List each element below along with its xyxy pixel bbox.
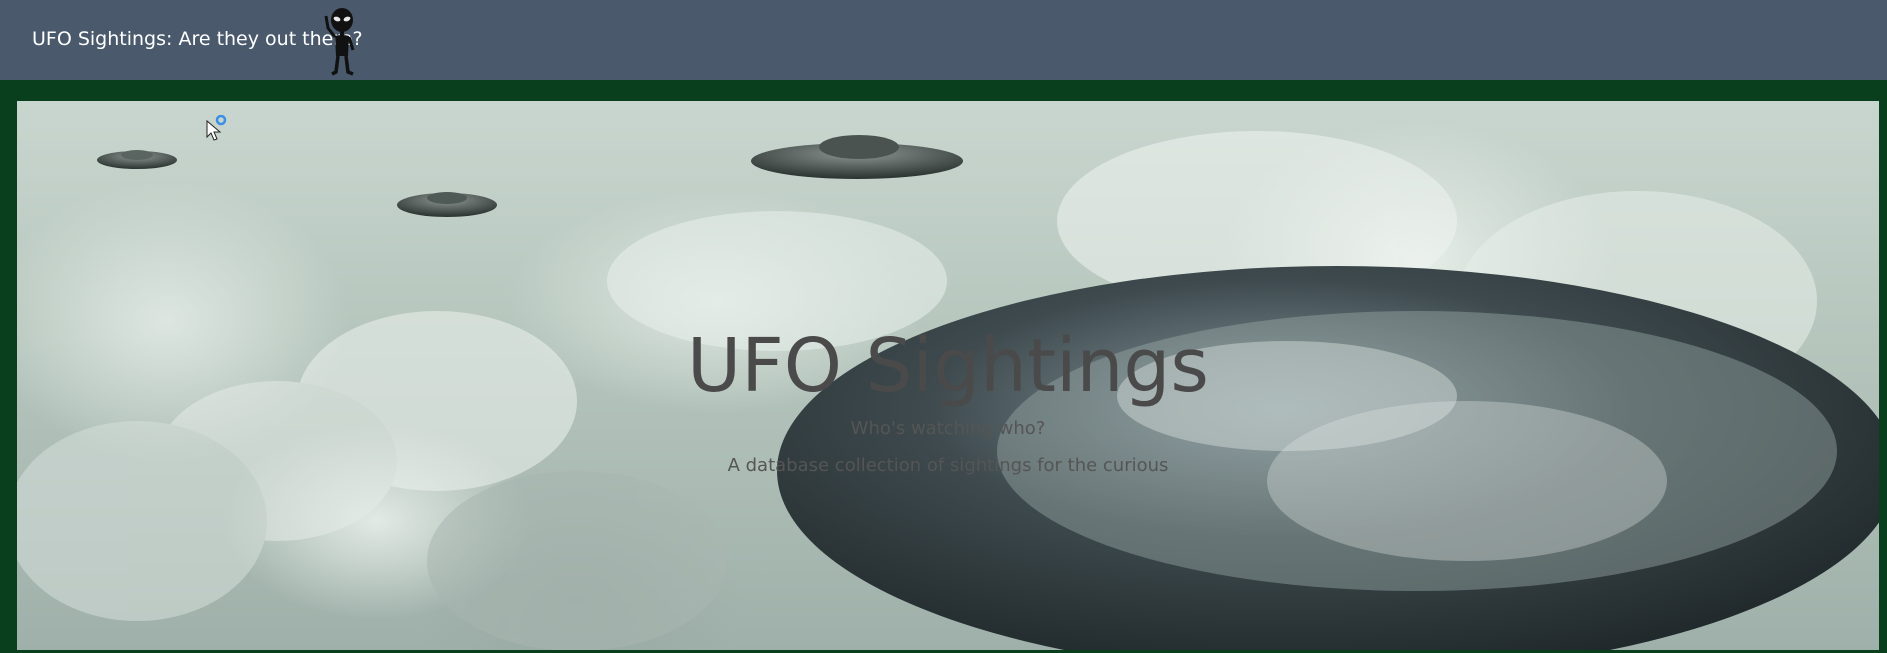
hero-text-block: UFO Sightings Who's watching who? A data… bbox=[17, 101, 1879, 650]
top-navbar: UFO Sightings: Are they out there? bbox=[0, 0, 1887, 80]
hero-description: A database collection of sightings for t… bbox=[727, 455, 1169, 476]
mouse-cursor-icon bbox=[206, 115, 227, 141]
hero-banner: UFO Sightings Who's watching who? A data… bbox=[17, 101, 1879, 650]
brand-link[interactable]: UFO Sightings: Are they out there? bbox=[32, 28, 363, 50]
hero-subtitle: Who's watching who? bbox=[850, 418, 1046, 439]
alien-logo-icon bbox=[324, 8, 355, 76]
hero-title: UFO Sightings bbox=[687, 323, 1209, 409]
